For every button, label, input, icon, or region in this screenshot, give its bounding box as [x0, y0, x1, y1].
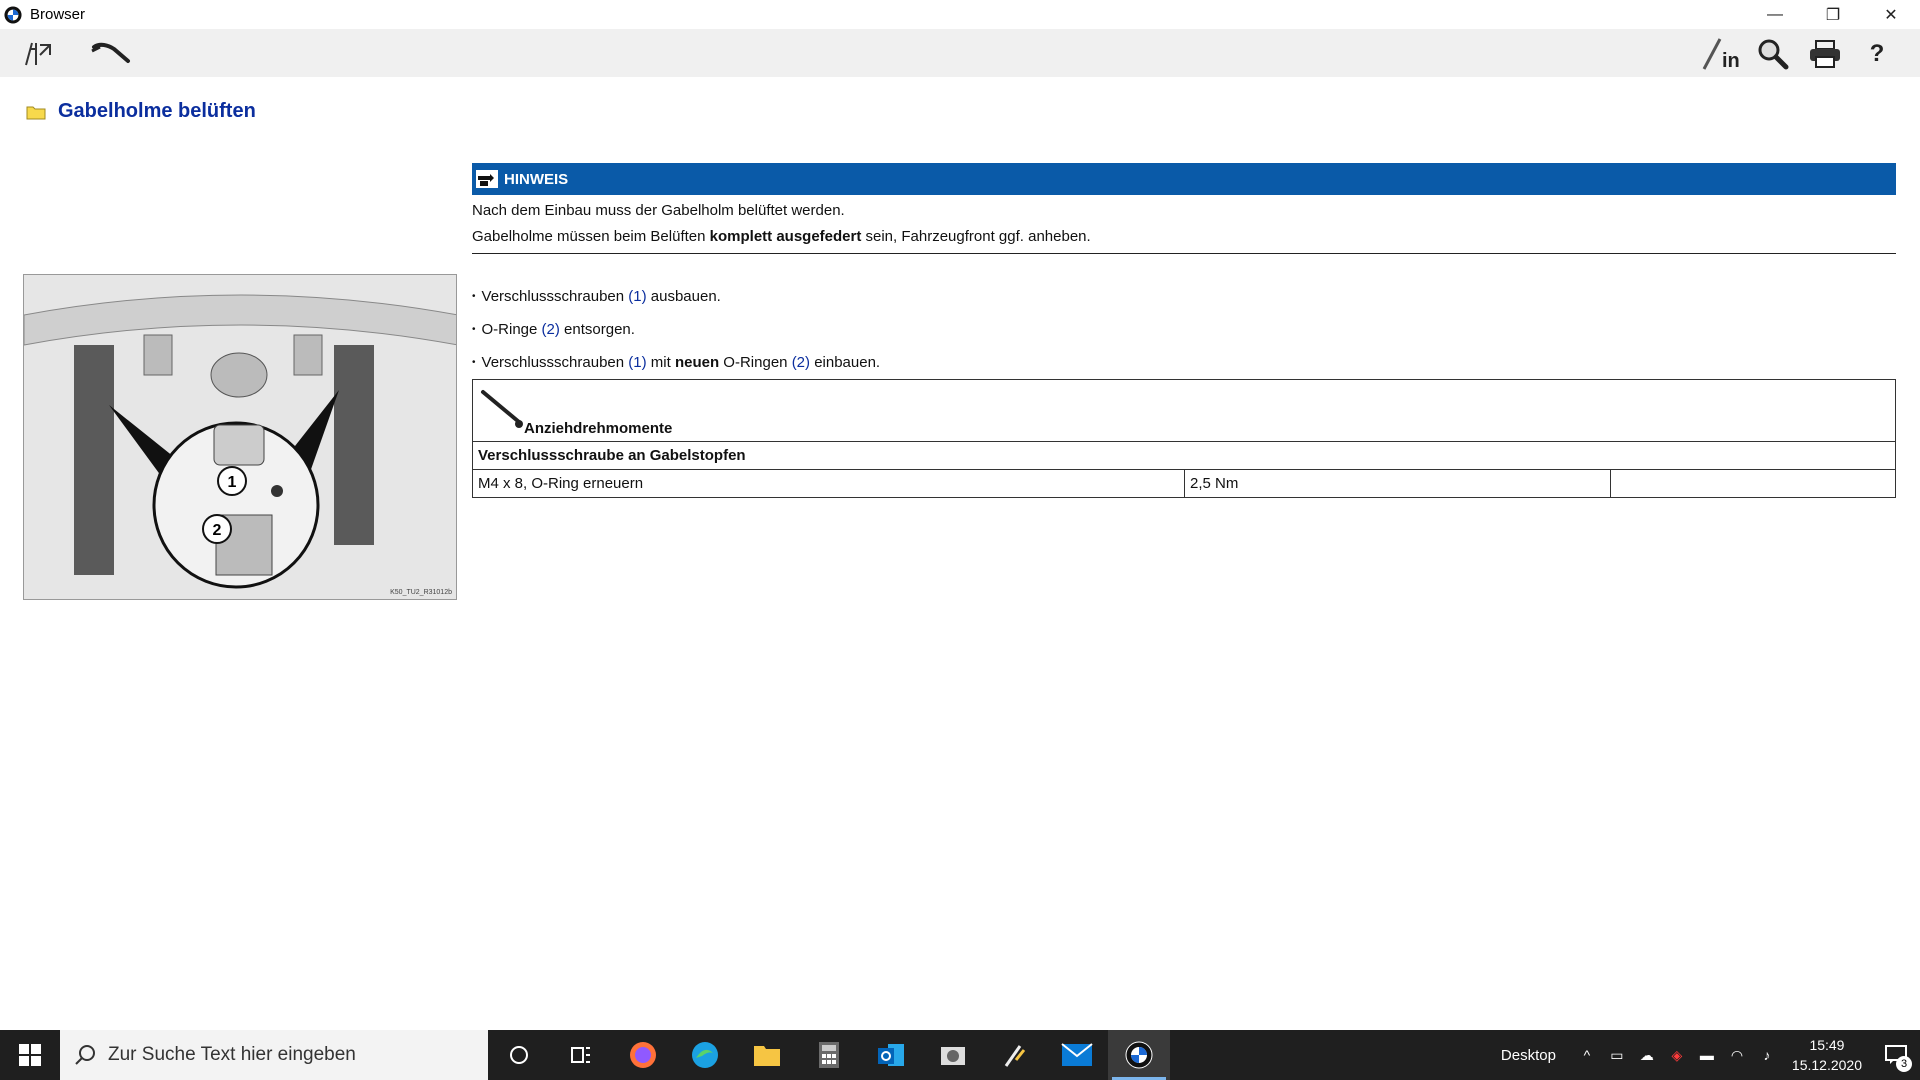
hinweis-label: HINWEIS — [504, 170, 569, 188]
search-icon[interactable] — [1752, 33, 1794, 75]
volume-icon[interactable]: ♪ — [1752, 1030, 1782, 1080]
torque-heading-cell: Anziehdrehmomente — [472, 379, 1896, 442]
torque-table: Anziehdrehmomente Verschlussschraube an … — [472, 379, 1896, 498]
edge-icon[interactable] — [674, 1030, 736, 1080]
taskbar: Zur Suche Text hier eingeben Desktop ^ ▭… — [0, 1030, 1920, 1080]
start-button[interactable] — [0, 1030, 60, 1080]
figure-code: K50_TU2_R31012b — [390, 589, 452, 596]
clock-date: 15.12.2020 — [1791, 1057, 1862, 1073]
help-icon[interactable]: ? — [1856, 33, 1898, 75]
bmw-icon[interactable] — [1108, 1030, 1170, 1080]
repair-illustration: 1 2 K50_TU2_R31012b — [23, 274, 457, 600]
instructions-panel: HINWEIS Nach dem Einbau muss der Gabelho… — [472, 163, 1896, 498]
list-item: • Verschlussschrauben (1) ausbauen. — [472, 288, 721, 305]
clock-time: 15:49 — [1809, 1037, 1845, 1053]
bmw-logo-icon — [4, 5, 22, 24]
page-heading: Gabelholme belüften — [26, 100, 256, 123]
task-view-icon[interactable] — [550, 1030, 612, 1080]
desktop-toolbar[interactable]: Desktop — [1501, 1047, 1556, 1064]
firefox-icon[interactable] — [612, 1030, 674, 1080]
svg-text:in: in — [1722, 50, 1740, 72]
restore-button[interactable]: ❐ — [1804, 0, 1862, 29]
cortana-icon[interactable] — [488, 1030, 550, 1080]
torque-value: 2,5 Nm — [1184, 469, 1611, 498]
tray-chevron-icon[interactable]: ^ — [1572, 1030, 1602, 1080]
info-pen-icon[interactable]: in — [1700, 33, 1742, 75]
table-row: M4 x 8, O-Ring erneuern 2,5 Nm — [472, 469, 1896, 498]
torque-subheading: Verschlussschraube an Gabelstopfen — [472, 441, 1896, 470]
file-explorer-icon[interactable] — [736, 1030, 798, 1080]
clock[interactable]: 15:49 15.12.2020 — [1792, 1035, 1862, 1075]
search-input[interactable]: Zur Suche Text hier eingeben — [108, 1044, 356, 1066]
folder-icon — [26, 106, 46, 119]
title-bar: Browser — ❐ ✕ — [0, 0, 1920, 29]
wrench-tool-icon[interactable] — [90, 33, 132, 75]
windows-icon — [19, 1044, 41, 1066]
toolbar: in ? — [0, 29, 1920, 77]
close-button[interactable]: ✕ — [1862, 0, 1920, 29]
content-area: Gabelholme belüften 1 2 K50_TU2_R31012b — [14, 77, 1906, 1017]
outlook-icon[interactable] — [860, 1030, 922, 1080]
meet-now-icon[interactable]: ▭ — [1602, 1030, 1632, 1080]
print-icon[interactable] — [1804, 33, 1846, 75]
notification-badge: 3 — [1896, 1056, 1912, 1072]
battery-icon[interactable]: ▬ — [1692, 1030, 1722, 1080]
mail-icon[interactable] — [1046, 1030, 1108, 1080]
hinweis-line-2: Gabelholme müssen beim Belüften komplett… — [472, 228, 1091, 245]
list-item: • O-Ringe (2) entsorgen. — [472, 321, 635, 338]
note-hand-icon — [476, 170, 498, 188]
window-title: Browser — [30, 6, 86, 23]
system-tray: Desktop ^ ▭ ☁ ◈ ▬ ◠ ♪ 15:49 15.12.2020 3 — [1501, 1030, 1920, 1080]
hinweis-line-1: Nach dem Einbau muss der Gabelholm belüf… — [472, 202, 845, 219]
fork-illustration: 1 2 — [24, 275, 456, 599]
torque-note — [1610, 469, 1896, 498]
list-item: • Verschlussschrauben (1) mit neuen O-Rin… — [472, 354, 881, 371]
step-list: • Verschlussschrauben (1) ausbauen. • O-Ri… — [472, 280, 1896, 379]
torque-wrench-icon — [481, 390, 523, 428]
callout-1: 1 — [228, 474, 237, 491]
window-controls: — ❐ ✕ — [1746, 0, 1920, 29]
taskbar-search[interactable]: Zur Suche Text hier eingeben — [60, 1030, 488, 1080]
calculator-icon[interactable] — [798, 1030, 860, 1080]
hinweis-text: Nach dem Einbau muss der Gabelholm belüf… — [472, 195, 1896, 254]
app-icon[interactable] — [922, 1030, 984, 1080]
adobe-icon[interactable]: ◈ — [1662, 1030, 1692, 1080]
hinweis-header: HINWEIS — [472, 163, 1896, 195]
search-icon — [75, 1045, 95, 1065]
torque-item: M4 x 8, O-Ring erneuern — [472, 469, 1185, 498]
split-view-icon[interactable] — [18, 33, 60, 75]
tool-app-icon[interactable] — [984, 1030, 1046, 1080]
notification-center-icon[interactable]: 3 — [1872, 1030, 1920, 1080]
page-title: Gabelholme belüften — [58, 100, 256, 122]
onedrive-icon[interactable]: ☁ — [1632, 1030, 1662, 1080]
wifi-icon[interactable]: ◠ — [1722, 1030, 1752, 1080]
callout-2: 2 — [213, 522, 222, 539]
minimize-button[interactable]: — — [1746, 0, 1804, 29]
